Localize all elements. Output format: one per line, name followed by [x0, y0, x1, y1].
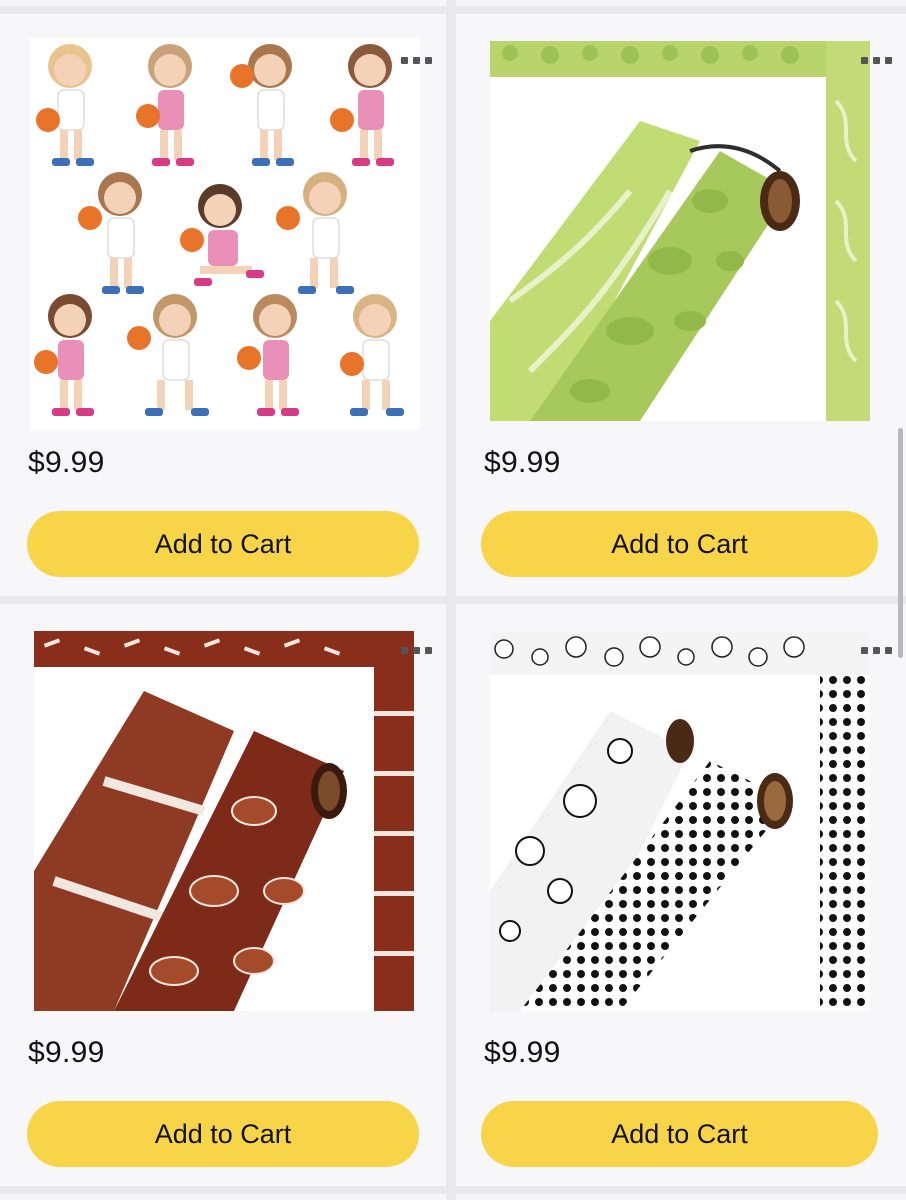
product-price: $9.99	[484, 446, 561, 479]
add-to-cart-button[interactable]: Add to Cart	[481, 511, 878, 577]
product-price: $9.99	[28, 1036, 105, 1069]
more-options-icon[interactable]	[388, 644, 432, 656]
more-options-icon[interactable]	[848, 54, 892, 66]
product-price: $9.99	[484, 1036, 561, 1069]
product-image-tennis-border[interactable]	[490, 41, 870, 421]
soccer-border-illustration	[490, 631, 870, 1011]
product-card[interactable]: $9.99 Add to Cart	[0, 604, 446, 1186]
football-border-illustration	[34, 631, 414, 1011]
add-to-cart-button[interactable]: Add to Cart	[481, 1101, 878, 1167]
card-bottom-strip-left	[0, 1194, 446, 1200]
basketball-kids-illustration	[34, 44, 404, 416]
more-options-icon[interactable]	[848, 644, 892, 656]
card-top-strip-right	[456, 0, 906, 6]
tennis-border-illustration	[490, 41, 870, 421]
card-bottom-strip-right	[456, 1194, 906, 1200]
product-card[interactable]: $9.99 Add to Cart	[456, 14, 906, 596]
more-options-icon[interactable]	[388, 54, 432, 66]
product-card[interactable]: $9.99 Add to Cart	[456, 604, 906, 1186]
product-price: $9.99	[28, 446, 105, 479]
card-top-strip-left	[0, 0, 446, 6]
product-card[interactable]: $9.99 Add to Cart	[0, 14, 446, 596]
product-image-football-border[interactable]	[34, 631, 414, 1011]
product-image-soccer-border[interactable]	[490, 631, 870, 1011]
scrollbar[interactable]	[898, 428, 903, 658]
product-image-basketball-kids[interactable]	[30, 38, 420, 430]
add-to-cart-button[interactable]: Add to Cart	[27, 511, 419, 577]
add-to-cart-button[interactable]: Add to Cart	[27, 1101, 419, 1167]
